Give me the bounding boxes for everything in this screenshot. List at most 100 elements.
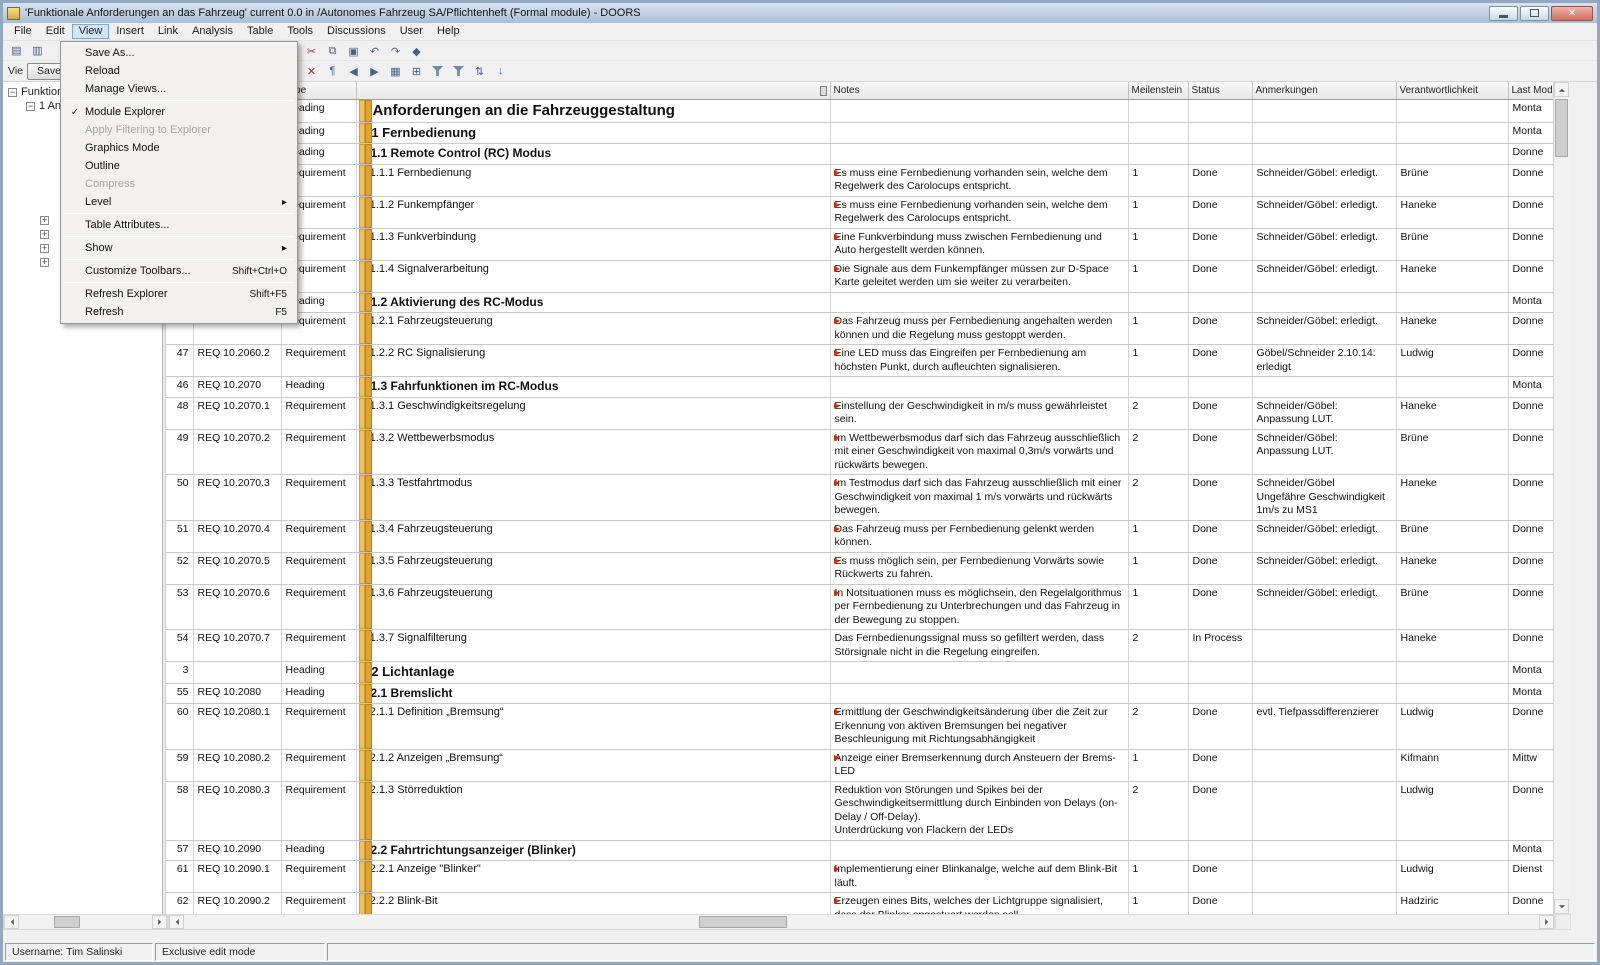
object-text-cell[interactable]: 1.2.2.1 Anzeige "Blinker" [356,861,830,893]
status-cell[interactable]: Done [1188,584,1252,630]
object-text-cell[interactable]: 1.2.2 Fahrtrichtungsanzeiger (Blinker) [356,840,830,861]
notes-cell[interactable]: Im Wettbewerbsmodus darf sich das Fahrze… [830,429,1128,475]
object-text-cell[interactable]: 1.2.1.3 Störreduktion [356,781,830,840]
table-row[interactable]: 48REQ 10.2070.1Requirement1.1.3.1 Geschw… [166,397,1553,429]
print-icon[interactable]: ▥ [29,43,46,59]
menu-item-graphics-mode[interactable]: Graphics Mode [63,139,295,157]
object-text-cell[interactable]: 1.1.1.1 Fernbedienung [356,164,830,196]
milestone-cell[interactable]: 1 [1128,584,1188,630]
notes-cell[interactable]: Das Fahrzeug muss per Fernbedienung ange… [830,313,1128,345]
responsible-cell[interactable]: Brüne [1396,584,1508,630]
object-text-cell[interactable]: 1.1.1.2 Funkempfänger [356,196,830,228]
object-text-cell[interactable]: 1.1.3.1 Geschwindigkeitsregelung [356,397,830,429]
object-text-cell[interactable]: 1.1.3.3 Testfahrtmodus [356,475,830,521]
milestone-cell[interactable] [1128,144,1188,165]
object-type-cell[interactable]: Requirement [281,749,356,781]
object-type-cell[interactable]: Requirement [281,704,356,750]
notes-cell[interactable]: Das Fahrzeug muss per Fernbedienung gele… [830,520,1128,552]
milestone-cell[interactable]: 2 [1128,704,1188,750]
column-header-responsible[interactable]: Verantwortlichkeit [1396,82,1508,99]
milestone-cell[interactable] [1128,377,1188,398]
req-number-cell[interactable]: REQ 10.2070.7 [193,630,281,662]
table-row[interactable]: Heading1.1.1 Remote Control (RC) ModusDo… [166,144,1553,165]
milestone-cell[interactable]: 2 [1128,397,1188,429]
object-id-cell[interactable]: 48 [166,397,193,429]
last-modified-cell[interactable]: Donne [1508,429,1553,475]
table-row[interactable]: Requirement1.1.2.1 FahrzeugsteuerungDas … [166,313,1553,345]
column-header-milestone[interactable]: Meilenstein [1128,82,1188,99]
expand-icon[interactable] [40,230,49,239]
object-type-cell[interactable]: Requirement [281,429,356,475]
object-id-cell[interactable]: 52 [166,552,193,584]
last-modified-cell[interactable]: Donne [1508,630,1553,662]
object-text-cell[interactable]: 1.2.1.2 Anzeigen „Bremsung“ [356,749,830,781]
responsible-cell[interactable]: Ludwig [1396,704,1508,750]
object-text-cell[interactable]: 1.1.1.3 Funkverbindung [356,228,830,260]
milestone-cell[interactable]: 1 [1128,260,1188,292]
menu-item-manage-views[interactable]: Manage Views... [63,80,295,98]
object-id-cell[interactable]: 59 [166,749,193,781]
status-cell[interactable]: Done [1188,749,1252,781]
responsible-cell[interactable]: Haneke [1396,397,1508,429]
object-id-cell[interactable]: 54 [166,630,193,662]
req-number-cell[interactable]: REQ 10.2090 [193,840,281,861]
remarks-cell[interactable] [1252,781,1396,840]
req-number-cell[interactable]: REQ 10.2070 [193,377,281,398]
last-modified-cell[interactable]: Donne [1508,781,1553,840]
object-text-cell[interactable]: 1.2.1.1 Definition „Bremsung“ [356,704,830,750]
last-modified-cell[interactable]: Donne [1508,704,1553,750]
remarks-cell[interactable] [1252,122,1396,144]
milestone-cell[interactable]: 1 [1128,196,1188,228]
table-row[interactable]: Heading1.1 FernbedienungMonta [166,122,1553,144]
object-id-cell[interactable]: 58 [166,781,193,840]
notes-cell[interactable]: Die Signale aus dem Funkempfänger müssen… [830,260,1128,292]
notes-cell[interactable]: Anzeige einer Bremserkennung durch Anste… [830,749,1128,781]
responsible-cell[interactable]: Haneke [1396,552,1508,584]
object-text-cell[interactable]: 1.1.2 Aktivierung des RC-Modus [356,292,830,313]
remarks-cell[interactable]: Schneider/Göbel: erledigt. [1252,520,1396,552]
last-modified-cell[interactable]: Monta [1508,840,1553,861]
menu-insert[interactable]: Insert [109,24,151,39]
menu-help[interactable]: Help [430,24,467,39]
last-modified-cell[interactable]: Monta [1508,662,1553,684]
copy-icon[interactable]: ⧉ [324,43,341,59]
req-number-cell[interactable]: REQ 10.2080 [193,683,281,704]
last-modified-cell[interactable]: Monta [1508,683,1553,704]
last-modified-cell[interactable]: Donne [1508,313,1553,345]
last-modified-cell[interactable]: Donne [1508,196,1553,228]
promote-icon[interactable]: ◀ [345,63,362,79]
notes-cell[interactable]: Ermittlung der Geschwindigkeitsänderung … [830,704,1128,750]
notes-cell[interactable] [830,292,1128,313]
menu-item-outline[interactable]: Outline [63,157,295,175]
milestone-cell[interactable]: 1 [1128,520,1188,552]
remarks-cell[interactable]: Schneider/Göbel Ungefähre Geschwindigkei… [1252,475,1396,521]
notes-cell[interactable]: Implementierung einer Blinkanalge, welch… [830,861,1128,893]
object-id-cell[interactable]: 61 [166,861,193,893]
responsible-cell[interactable]: Haneke [1396,630,1508,662]
menu-analysis[interactable]: Analysis [185,24,240,39]
req-number-cell[interactable]: REQ 10.2080.2 [193,749,281,781]
object-type-cell[interactable]: Requirement [281,893,356,915]
grid-hscrollbar[interactable] [168,914,1555,930]
object-type-cell[interactable]: Requirement [281,630,356,662]
scroll-up-icon[interactable] [1554,82,1569,97]
vertical-scroll-thumb[interactable] [1555,99,1568,157]
last-modified-cell[interactable]: Donne [1508,144,1553,165]
table-row[interactable]: Heading1 Anforderungen an die Fahrzeugge… [166,99,1553,122]
status-cell[interactable] [1188,840,1252,861]
object-text-cell[interactable]: 1.2.1 Bremslicht [356,683,830,704]
responsible-cell[interactable] [1396,292,1508,313]
status-cell[interactable]: Done [1188,475,1252,521]
responsible-cell[interactable] [1396,662,1508,684]
responsible-cell[interactable]: Brüne [1396,228,1508,260]
table-row[interactable]: 59REQ 10.2080.2Requirement1.2.1.2 Anzeig… [166,749,1553,781]
object-id-cell[interactable]: 53 [166,584,193,630]
menu-file[interactable]: File [7,24,39,39]
object-id-cell[interactable]: 51 [166,520,193,552]
object-text-cell[interactable]: 1.1.2.1 Fahrzeugsteuerung [356,313,830,345]
notes-cell[interactable]: Es muss eine Fernbedienung vorhanden sei… [830,196,1128,228]
remarks-cell[interactable] [1252,861,1396,893]
last-modified-cell[interactable]: Mittw [1508,749,1553,781]
remarks-cell[interactable]: Schneider/Göbel: Anpassung LUT. [1252,397,1396,429]
responsible-cell[interactable]: Brüne [1396,164,1508,196]
